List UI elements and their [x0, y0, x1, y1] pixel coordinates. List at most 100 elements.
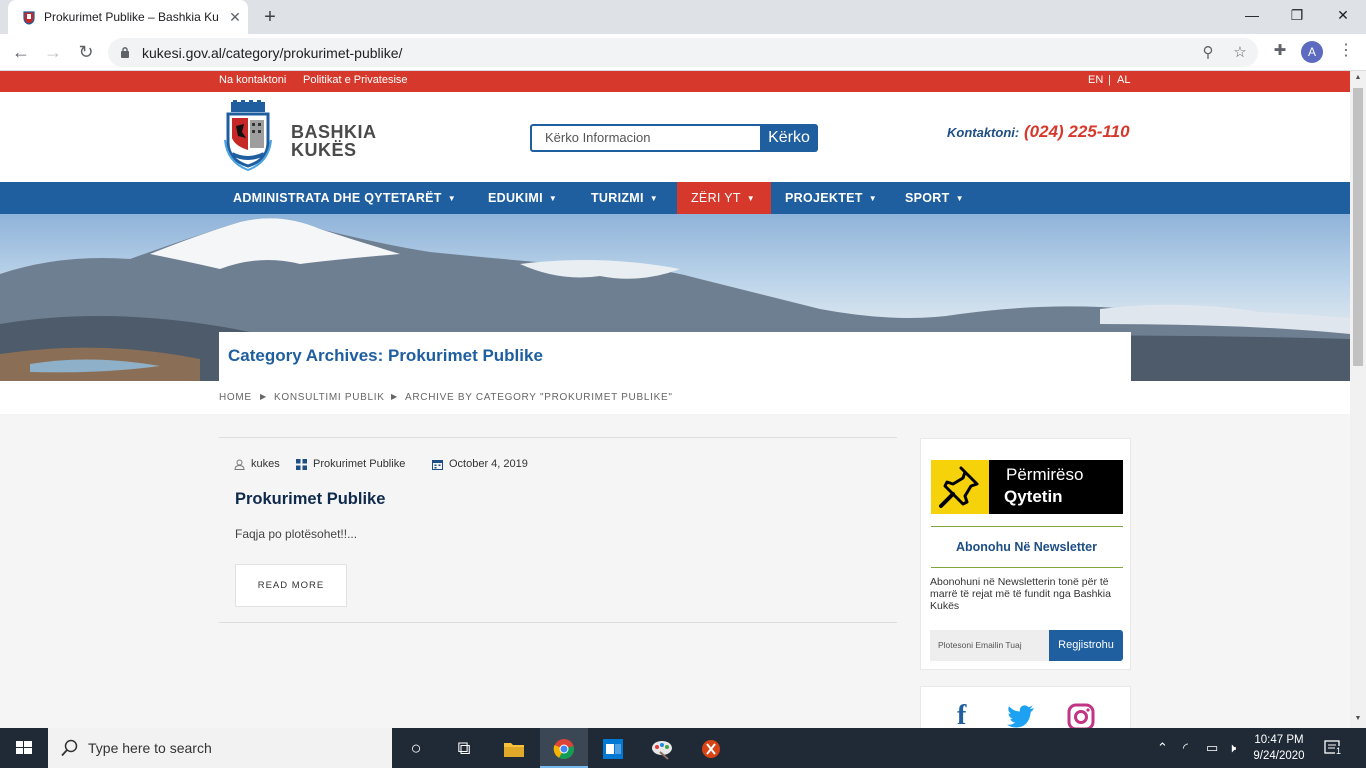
site-header: BASHKIA KUKËS Kërko Informacion Kërko Ko…	[0, 92, 1350, 182]
url-text: kukesi.gov.al/category/prokurimet-publik…	[142, 45, 403, 61]
sidebar-newsletter-widget: Përmirëso Qytetin Abonohu Në Newsletter …	[920, 438, 1131, 670]
read-more-button[interactable]: READ MORE	[235, 564, 347, 607]
caret-down-icon: ▼	[868, 193, 877, 203]
back-icon[interactable]: ←	[9, 40, 33, 64]
cortana-icon[interactable]: ○	[392, 728, 440, 768]
browser-menu-icon[interactable]: ⋮	[1335, 40, 1357, 62]
windows-taskbar: Type here to search ○ ⧉ ⌃ ◜ ▭ 🕨 10:47 PM…	[0, 728, 1366, 768]
breadcrumb-current: ARCHIVE BY CATEGORY "PROKURIMET PUBLIKE"	[405, 392, 673, 403]
taskbar-search-input[interactable]: Type here to search	[48, 728, 392, 768]
email-field[interactable]: Plotesoni Emailin Tuaj	[930, 630, 1050, 661]
snipping-tool-icon[interactable]	[687, 728, 735, 768]
close-window-icon[interactable]: ✕	[1329, 4, 1357, 26]
logo-wordmark[interactable]: BASHKIA KUKËS	[291, 123, 377, 159]
newsletter-description: Abonohuni në Newsletterin tonë për të ma…	[930, 576, 1111, 612]
search-input[interactable]: Kërko Informacion	[530, 124, 762, 152]
outlook-icon[interactable]	[589, 728, 637, 768]
task-view-icon[interactable]: ⧉	[440, 728, 488, 768]
lang-al-link[interactable]: AL	[1117, 74, 1130, 86]
nav-label: SPORT	[905, 191, 950, 205]
breadcrumb: HOME ▶ KONSULTIMI PUBLIK ▶ ARCHIVE BY CA…	[0, 381, 1350, 414]
post-date-text: October 4, 2019	[449, 458, 528, 470]
lang-en-link[interactable]: EN	[1088, 74, 1103, 86]
twitter-icon[interactable]	[1007, 705, 1035, 728]
volume-muted-icon[interactable]: 🕨	[1228, 740, 1236, 756]
browser-toolbar: ← → ↻ kukesi.gov.al/category/prokurimet-…	[0, 34, 1366, 71]
profile-avatar[interactable]: A	[1301, 41, 1323, 63]
taskbar-search-placeholder: Type here to search	[88, 740, 212, 756]
instagram-icon[interactable]	[1067, 703, 1095, 728]
divider	[219, 437, 897, 438]
nav-label: ADMINISTRATA DHE QYTETARËT	[233, 191, 442, 205]
breadcrumb-home[interactable]: HOME	[219, 392, 252, 403]
subscribe-button[interactable]: Regjistrohu	[1049, 630, 1123, 661]
promo-line2: Qytetin	[1004, 487, 1063, 506]
browser-tab[interactable]: Prokurimet Publike – Bashkia Kuk ✕	[8, 0, 248, 34]
address-bar[interactable]: kukesi.gov.al/category/prokurimet-publik…	[108, 38, 1258, 67]
post-category[interactable]: Prokurimet Publike	[296, 458, 405, 470]
new-tab-icon[interactable]: +	[258, 6, 282, 30]
notification-count: 1	[1335, 746, 1343, 756]
caret-down-icon: ▼	[447, 193, 456, 203]
nav-label: TURIZMI	[591, 191, 644, 205]
reload-icon[interactable]: ↻	[74, 40, 98, 64]
top-utility-bar: Na kontaktoni Politikat e Privatesise EN…	[0, 71, 1350, 92]
post-author-name: kukes	[251, 458, 280, 470]
extensions-icon[interactable]: ✚	[1269, 40, 1291, 62]
page-scrollbar[interactable]: ▲ ▼	[1350, 71, 1366, 728]
improve-city-banner[interactable]: Përmirëso Qytetin	[931, 460, 1123, 514]
page-title: Category Archives: Prokurimet Publike	[228, 346, 543, 365]
notification-center-icon[interactable]: 1	[1323, 738, 1343, 758]
municipality-emblem-icon[interactable]	[223, 100, 273, 172]
nav-label: EDUKIMI	[488, 191, 543, 205]
scroll-up-icon[interactable]: ▲	[1353, 74, 1363, 84]
file-explorer-icon[interactable]	[490, 728, 538, 768]
wifi-icon[interactable]: ◜	[1183, 740, 1188, 756]
bookmark-star-icon[interactable]: ☆	[1229, 42, 1251, 64]
page-title-box: Category Archives: Prokurimet Publike	[219, 332, 1131, 381]
post-excerpt: Faqja po plotësohet!!...	[235, 527, 358, 541]
zoom-icon[interactable]: ⚲	[1197, 42, 1219, 64]
post-title[interactable]: Prokurimet Publike	[235, 490, 385, 509]
minimize-icon[interactable]: —	[1238, 4, 1266, 26]
nav-item-administrata[interactable]: ADMINISTRATA DHE QYTETARËT ▼	[219, 182, 470, 214]
paint-icon[interactable]	[638, 728, 686, 768]
caret-down-icon: ▼	[746, 193, 756, 203]
privacy-link[interactable]: Politikat e Privatesise	[303, 74, 408, 86]
nav-item-sport[interactable]: SPORT ▼	[891, 182, 978, 214]
main-navigation: ADMINISTRATA DHE QYTETARËT ▼ EDUKIMI ▼ TUR…	[0, 182, 1350, 214]
divider	[219, 622, 897, 623]
nav-label: PROJEKTET	[785, 191, 863, 205]
divider	[931, 526, 1123, 527]
scroll-down-icon[interactable]: ▼	[1353, 715, 1363, 725]
show-hidden-icons-icon[interactable]: ⌃	[1157, 740, 1168, 756]
logo-line1: BASHKIA	[291, 122, 377, 142]
system-clock[interactable]: 10:47 PM 9/24/2020	[1246, 732, 1312, 764]
post-author[interactable]: kukes	[234, 458, 280, 470]
maximize-icon[interactable]: ❐	[1283, 4, 1311, 26]
newsletter-title: Abonohu Në Newsletter	[956, 540, 1097, 554]
nav-label: ZËRI YT	[691, 191, 741, 205]
nav-item-zeri-yt[interactable]: ZËRI YT ▼	[677, 182, 771, 214]
breadcrumb-separator-icon: ▶	[391, 392, 398, 401]
facebook-icon[interactable]: f	[957, 701, 966, 729]
nav-item-turizmi[interactable]: TURIZMI ▼	[577, 182, 672, 214]
nav-item-projektet[interactable]: PROJEKTET ▼	[771, 182, 891, 214]
contact-link[interactable]: Na kontaktoni	[219, 74, 286, 86]
social-links-widget: f	[920, 686, 1131, 728]
clock-time: 10:47 PM	[1254, 734, 1304, 746]
scroll-thumb[interactable]	[1353, 88, 1363, 366]
promo-line1: Përmirëso	[1006, 465, 1084, 484]
site-favicon-icon	[23, 11, 35, 25]
forward-icon[interactable]: →	[41, 40, 65, 64]
search-button[interactable]: Kërko	[760, 124, 818, 152]
category-grid-icon	[296, 458, 307, 470]
chrome-icon[interactable]	[540, 728, 588, 768]
clock-date: 9/24/2020	[1253, 750, 1305, 762]
battery-icon[interactable]: ▭	[1206, 740, 1218, 756]
breadcrumb-konsultimi[interactable]: KONSULTIMI PUBLIK	[274, 392, 385, 403]
windows-start-icon[interactable]	[0, 728, 48, 768]
contact-phone[interactable]: (024) 225-110	[1024, 122, 1130, 142]
close-tab-icon[interactable]: ✕	[226, 8, 244, 26]
nav-item-edukimi[interactable]: EDUKIMI ▼	[474, 182, 571, 214]
